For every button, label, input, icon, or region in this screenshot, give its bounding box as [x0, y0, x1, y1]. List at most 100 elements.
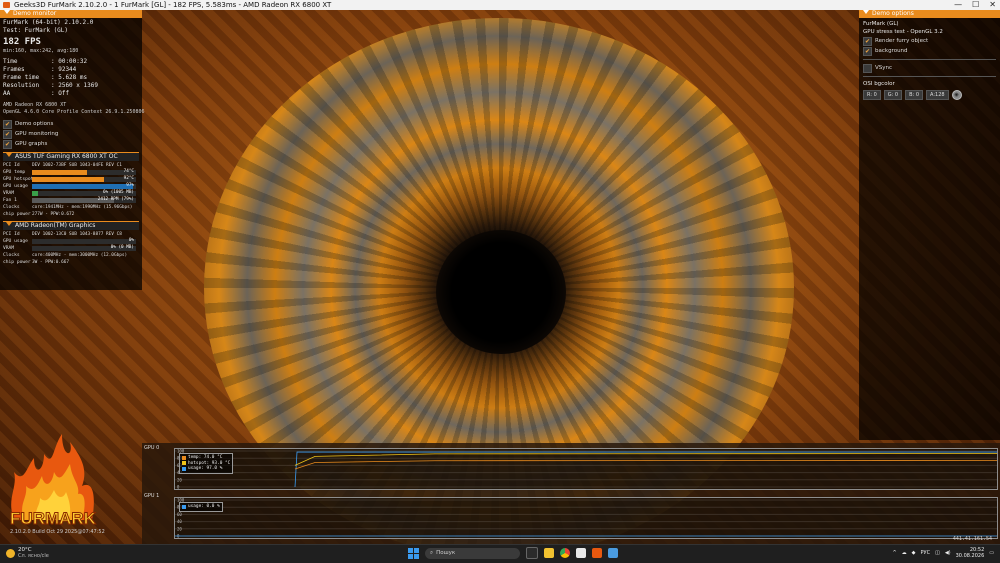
minimize-button[interactable]: — [954, 0, 962, 10]
system-tray: ^ ☁ ◆ РУС ◫ ◀) 20:52 30.08.2026 ▭ [892, 547, 994, 559]
bgcolor-b-field[interactable]: B: 0 [905, 90, 924, 100]
y-tick-label: 60 [177, 512, 182, 517]
gpu0-graph-label: GPU 0 [144, 445, 160, 451]
gpu-stat-bar: 97% [32, 183, 136, 189]
bgcolor-g-field[interactable]: G: 0 [883, 90, 903, 100]
demo-options-panel: Demo options FurMark (GL) GPU stress tes… [859, 10, 1000, 440]
graph-series [294, 451, 997, 488]
vsync-checkbox[interactable]: VSync [863, 63, 996, 73]
gpu-stat-text: core:400MHz - mem:3000MHz (12.0Gbps) [32, 253, 128, 258]
gpu-stat-row: GPU usage 97% [3, 183, 139, 190]
network-icon[interactable]: ◫ [935, 550, 940, 556]
app-taskbar-icon[interactable] [608, 548, 618, 558]
gpu1-graph: 100806040200 usage: 0.0 % [174, 497, 998, 539]
legend-item: usage: 0.0 % [182, 504, 220, 510]
collapse-triangle-icon[interactable] [6, 222, 12, 226]
stat-key: Frames [3, 66, 25, 73]
furmark-app-icon [3, 2, 10, 8]
color-picker-icon[interactable]: ◉ [951, 90, 962, 100]
furmark-taskbar-icon[interactable] [592, 548, 602, 558]
gpu-stat-bar: 0% [32, 238, 136, 244]
notifications-icon[interactable]: ▭ [989, 550, 994, 556]
checkbox-box[interactable]: ✔ [3, 119, 12, 129]
gpu-stat-bar: 0% (0 MB) [32, 245, 136, 251]
collapse-triangle-icon[interactable] [863, 10, 869, 14]
logo-text: FURMARK [10, 509, 97, 528]
gpu1-header[interactable]: AMD Radeon(TM) Graphics [3, 221, 139, 230]
demo-monitor-header[interactable]: Demo monitor [0, 10, 142, 18]
gpu-stat-value: 0% (0 MB) [110, 245, 134, 250]
chrome-icon[interactable] [560, 548, 570, 558]
checkbox-label: Demo options [15, 121, 54, 127]
bgcolor-a-field[interactable]: A:128 [926, 90, 949, 100]
option-checkbox[interactable]: ✔ GPU graphs [3, 139, 139, 149]
gpu0-header[interactable]: ASUS TUF Gaming RX 6800 XT OC [3, 152, 139, 161]
gpu-stat-value: 74°C [123, 169, 134, 174]
demo-options-header[interactable]: Demo options [859, 10, 1000, 18]
checkbox-box[interactable]: ✔ [863, 36, 872, 46]
gl-version: OpenGL 4.6.0 Core Profile Context 26.9.1… [3, 109, 145, 115]
stat-key: Frame time [3, 74, 40, 81]
search-box[interactable]: ⌕ Пошук [425, 547, 520, 559]
bgcolor-r-field[interactable]: R: 0 [863, 90, 881, 100]
gpu-stat-bar-fill [32, 184, 133, 189]
task-view-icon[interactable] [526, 547, 538, 559]
demo-monitor-panel: Demo monitor FurMark (64-bit) 2.10.2.0 T… [0, 10, 145, 290]
start-button[interactable] [408, 547, 419, 559]
shield-icon[interactable]: ◆ [912, 550, 916, 556]
option-checkbox[interactable]: ✔ Render furry object [863, 36, 996, 46]
stat-value: : 00:00:32 [51, 58, 88, 65]
weather-widget[interactable]: 20°C Сл. ясно/сlе [6, 547, 49, 559]
checkbox-label: Render furry object [875, 38, 929, 44]
gpu-stat-key: Clocks [3, 253, 20, 258]
gpu-stat-bar-fill [32, 177, 104, 182]
file-explorer-icon[interactable] [544, 548, 554, 558]
stat-row: AA : Off [3, 90, 139, 98]
gpu-stat-row: VRAM 6% (1005 MB) [3, 190, 139, 197]
search-icon: ⌕ [430, 549, 434, 556]
language-indicator[interactable]: РУС [921, 550, 931, 556]
renderer-name: AMD Radeon RX 6800 XT [3, 102, 67, 108]
gpu-stat-bar: 92°C [32, 176, 136, 182]
gpu-stat-key: GPU usage [3, 239, 28, 244]
chevron-up-icon[interactable]: ^ [892, 550, 896, 556]
store-icon[interactable] [576, 548, 586, 558]
gpu0-graph: 100806040200 temp: 74.0 °Chotspot: 93.0 … [174, 448, 998, 490]
gpu-stat-value: 92°C [123, 176, 134, 181]
gpu-stat-row: PCI Id DEV 1002-73BF SUB 1043-04FE REV C1 [3, 162, 139, 169]
collapse-triangle-icon[interactable] [6, 153, 12, 157]
bgcolor-label: OSI bgcolor [863, 81, 895, 87]
graph-series [294, 459, 997, 470]
gpu-stat-text: DEV 1002-73BF SUB 1043-04FE REV C1 [32, 163, 122, 168]
option-checkbox[interactable]: ✔ GPU monitoring [3, 129, 139, 139]
option-checkbox[interactable]: ✔ Demo options [3, 119, 139, 129]
maximize-button[interactable]: ☐ [972, 0, 979, 10]
volume-icon[interactable]: ◀) [945, 550, 951, 556]
checkbox-box[interactable]: ✔ [863, 46, 872, 56]
donut-hole [436, 230, 566, 354]
collapse-triangle-icon[interactable] [4, 10, 10, 14]
y-tick-label: 20 [177, 526, 182, 531]
stat-key: AA [3, 90, 11, 97]
vsync-checkbox-box[interactable] [863, 63, 872, 73]
checkbox-box[interactable]: ✔ [3, 139, 12, 149]
stat-value: : Off [51, 90, 70, 97]
stat-value: : 5.628 ms [51, 74, 88, 81]
gpu-stat-key: Clocks [3, 205, 20, 210]
checkbox-label: background [875, 48, 908, 54]
checkbox-box[interactable]: ✔ [3, 129, 12, 139]
close-button[interactable]: ✕ [989, 0, 996, 10]
gpu-stat-key: GPU hotspot [3, 177, 34, 182]
option-checkbox[interactable]: ✔ background [863, 46, 996, 56]
fps-value: 182 FPS [3, 37, 41, 47]
graph-series [294, 453, 997, 466]
gpu-stat-bar-fill [32, 170, 88, 175]
gpu-stat-key: VRAM [3, 191, 15, 196]
legend-swatch [182, 504, 186, 509]
stat-row: Time: 00:00:32 [3, 58, 139, 66]
options-app-name: FurMark (GL) [863, 21, 899, 27]
gpu-stat-key: PCI Id [3, 232, 20, 237]
clock[interactable]: 20:52 30.08.2026 [956, 547, 985, 559]
gpu-stat-key: PCI Id [3, 163, 20, 168]
cloud-icon[interactable]: ☁ [902, 550, 907, 556]
